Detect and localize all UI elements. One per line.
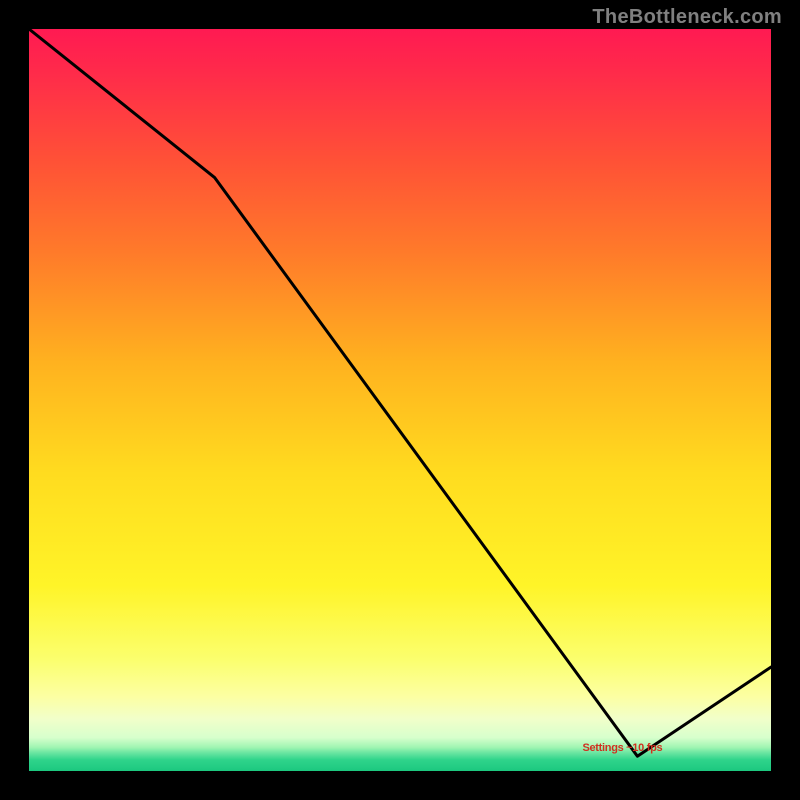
data-line [29,29,771,771]
chart-root: TheBottleneck.com Settings ~10 fps [0,0,800,800]
plot-frame: Settings ~10 fps [25,25,775,775]
minimum-settings-label: Settings ~10 fps [582,742,662,754]
